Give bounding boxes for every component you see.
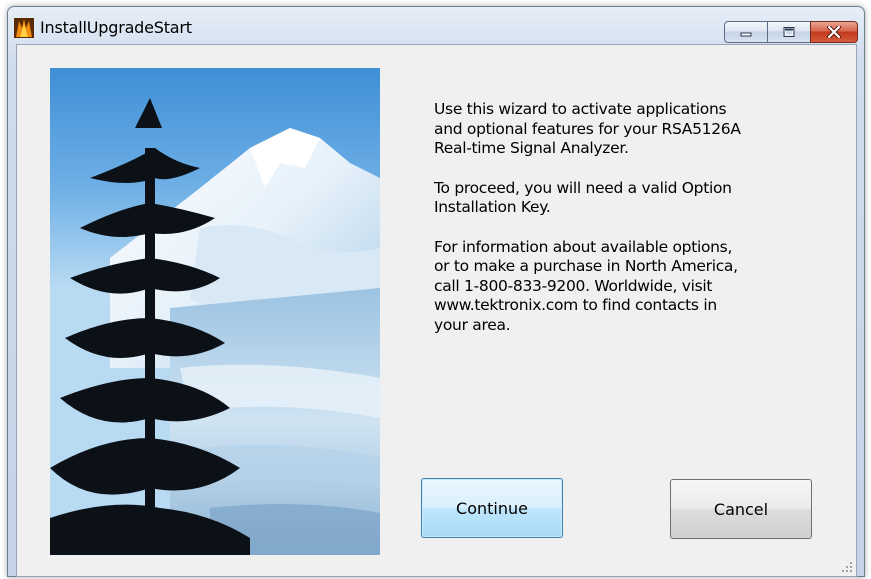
maximize-button[interactable] bbox=[767, 21, 811, 43]
paragraph-intro: Use this wizard to activate applications… bbox=[434, 100, 741, 157]
cancel-button[interactable]: Cancel bbox=[670, 479, 812, 539]
caption-buttons bbox=[724, 21, 858, 43]
title-bar[interactable]: InstallUpgradeStart bbox=[8, 7, 864, 43]
instructions-text: Use this wizard to activate applications… bbox=[434, 100, 824, 355]
close-icon bbox=[827, 26, 841, 38]
minimize-icon bbox=[740, 32, 752, 37]
resize-grip-icon[interactable] bbox=[841, 561, 853, 573]
window-title: InstallUpgradeStart bbox=[40, 18, 192, 37]
close-button[interactable] bbox=[810, 21, 858, 43]
tektronix-logo-icon bbox=[14, 18, 34, 38]
minimize-button[interactable] bbox=[724, 21, 768, 43]
mountain-tree-photo bbox=[50, 68, 380, 555]
paragraph-contact: For information about available options,… bbox=[434, 237, 738, 334]
dialog-window: InstallUpgradeStart Use this wizard to a… bbox=[7, 6, 865, 577]
continue-button[interactable]: Continue bbox=[421, 478, 563, 538]
paragraph-key: To proceed, you will need a valid Option… bbox=[434, 178, 732, 217]
maximize-icon bbox=[783, 27, 795, 37]
dialog-body: Use this wizard to activate applications… bbox=[16, 44, 857, 577]
